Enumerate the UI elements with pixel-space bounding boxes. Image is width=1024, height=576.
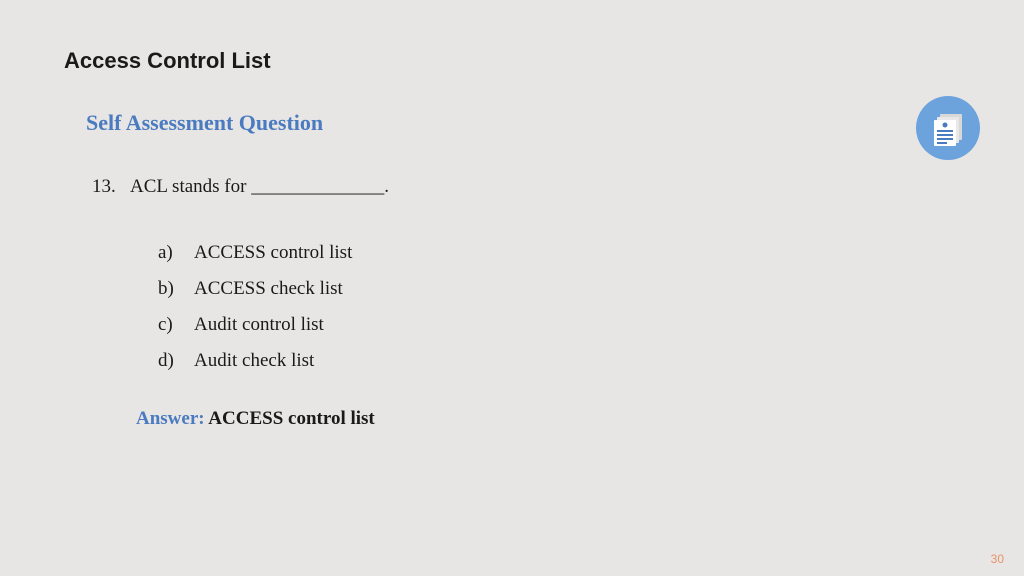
- option-a: a) ACCESS control list: [158, 242, 960, 264]
- option-text: ACCESS control list: [194, 242, 352, 264]
- option-b: b) ACCESS check list: [158, 278, 960, 300]
- option-text: Audit check list: [194, 350, 314, 372]
- option-d: d) Audit check list: [158, 350, 960, 372]
- option-letter: a): [158, 242, 194, 264]
- option-text: Audit control list: [194, 314, 324, 336]
- question-row: 13. ACL stands for ______________.: [92, 176, 960, 198]
- option-letter: d): [158, 350, 194, 372]
- option-letter: c): [158, 314, 194, 336]
- page-number: 30: [991, 552, 1004, 566]
- answer-row: Answer: ACCESS control list: [136, 408, 960, 430]
- document-icon-svg: [928, 108, 968, 148]
- question-text: ACL stands for ______________.: [130, 176, 389, 198]
- question-number: 13.: [92, 176, 130, 198]
- section-subtitle: Self Assessment Question: [86, 110, 960, 136]
- options-list: a) ACCESS control list b) ACCESS check l…: [158, 242, 960, 372]
- slide-title: Access Control List: [64, 48, 960, 74]
- answer-text: ACCESS control list: [205, 408, 375, 429]
- option-text: ACCESS check list: [194, 278, 343, 300]
- document-stack-icon: [916, 96, 980, 160]
- answer-label: Answer:: [136, 408, 205, 429]
- option-letter: b): [158, 278, 194, 300]
- option-c: c) Audit control list: [158, 314, 960, 336]
- slide-container: Access Control List Self Assessment Ques…: [0, 0, 1024, 576]
